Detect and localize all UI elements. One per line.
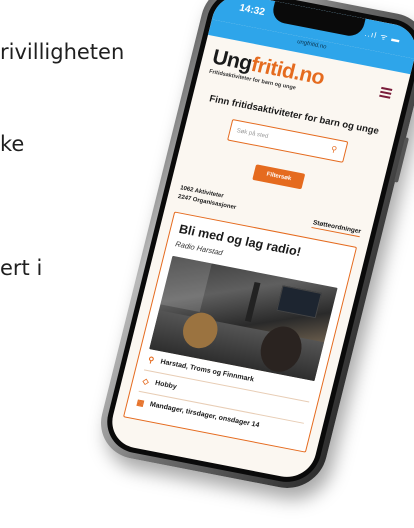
site-content: Ungfritid.no Fritidsaktiviteter for barn…: [113, 35, 410, 455]
background-text-line-2: ke: [0, 132, 25, 156]
calendar-icon: ▦: [135, 397, 146, 408]
support-schemes-link[interactable]: Støtteordninger: [311, 219, 362, 238]
phone-mockup: 14:32 ..ıl ᯤ ▬ ungfritid.no Ungfritid.no…: [92, 0, 414, 495]
card-category: Hobby: [154, 379, 178, 391]
background-text-line-1: rivilligheten: [0, 40, 125, 64]
tag-icon: ◇: [141, 376, 150, 387]
hamburger-icon[interactable]: [379, 86, 393, 101]
status-icons: ..ıl ᯤ ▬: [363, 28, 402, 45]
background-text-line-3: ert i: [0, 256, 43, 280]
search-placeholder: Søk på sted: [235, 128, 269, 141]
filter-search-button[interactable]: Filtersøk: [252, 164, 306, 190]
status-time: 14:32: [238, 2, 266, 19]
map-pin-icon: ⚲: [147, 355, 156, 365]
map-pin-icon: ⚲: [329, 144, 338, 155]
logo-block[interactable]: Ungfritid.no Fritidsaktiviteter for barn…: [208, 46, 326, 96]
stats-counts: 1062 Aktiviteter 2247 Organisasjoner: [177, 184, 239, 213]
activity-card[interactable]: Bli med og lag radio! Radio Harstad ⚲ Ha…: [122, 211, 358, 453]
